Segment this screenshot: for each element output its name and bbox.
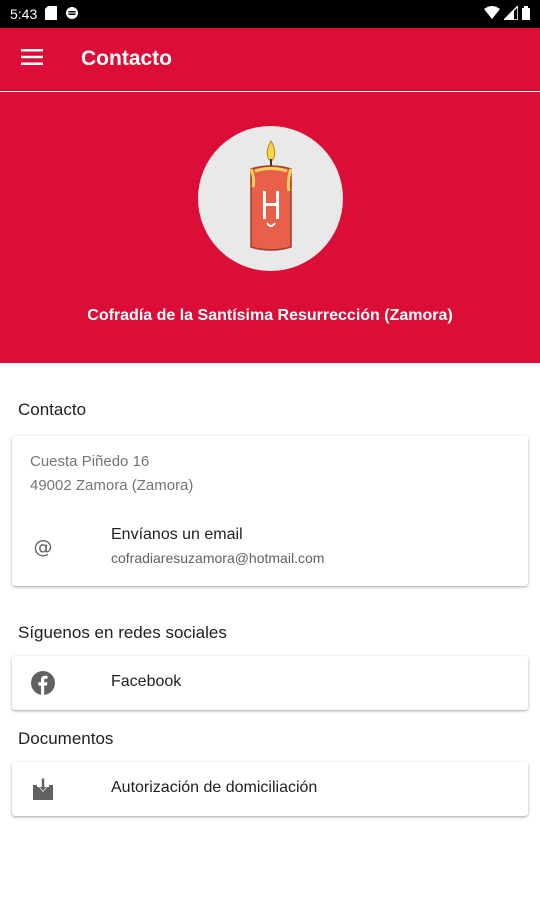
address-line-2: 49002 Zamora (Zamora) [30, 477, 194, 494]
signal-icon [502, 3, 519, 23]
at-icon: @ [30, 534, 56, 560]
facebook-label: Facebook [111, 673, 182, 690]
menu-button[interactable] [0, 28, 64, 91]
hero-header: Cofradía de la Santísima Resurrección (Z… [0, 92, 540, 363]
section-title-documentos: Documentos [18, 729, 114, 748]
address: Cuesta Piñedo 16 49002 Zamora (Zamora) [30, 450, 193, 498]
download-icon [30, 776, 56, 802]
email-contact-row[interactable]: @ Envíanos un email cofradiaresuzamora@h… [12, 518, 528, 574]
svg-text:@: @ [34, 536, 53, 558]
document-row[interactable]: Autorización de domiciliación [12, 762, 528, 816]
sd-card-icon [45, 5, 58, 23]
app-bar: Contacto [0, 28, 540, 91]
page-title: Contacto [81, 47, 172, 70]
battery-icon [522, 5, 530, 23]
email-address: cofradiaresuzamora@hotmail.com [111, 550, 325, 566]
status-time: 5:43 [10, 6, 38, 22]
hamburger-menu-icon [21, 48, 43, 70]
section-title-contacto: Contacto [18, 400, 87, 419]
facebook-icon [30, 670, 56, 696]
facebook-row[interactable]: Facebook [12, 656, 528, 710]
sync-icon [65, 6, 79, 23]
section-title-social: Síguenos en redes sociales [18, 623, 227, 642]
email-label: Envíanos un email [111, 526, 243, 543]
document-label: Autorización de domiciliación [111, 779, 318, 796]
status-bar: 5:43 [0, 0, 540, 28]
contact-card: Cuesta Piñedo 16 49002 Zamora (Zamora) @… [12, 436, 528, 586]
organization-name: Cofradía de la Santísima Resurrección (Z… [87, 307, 453, 324]
address-line-1: Cuesta Piñedo 16 [30, 453, 150, 470]
candle-icon [249, 139, 292, 251]
wifi-icon [484, 5, 500, 23]
organization-logo [198, 126, 343, 271]
